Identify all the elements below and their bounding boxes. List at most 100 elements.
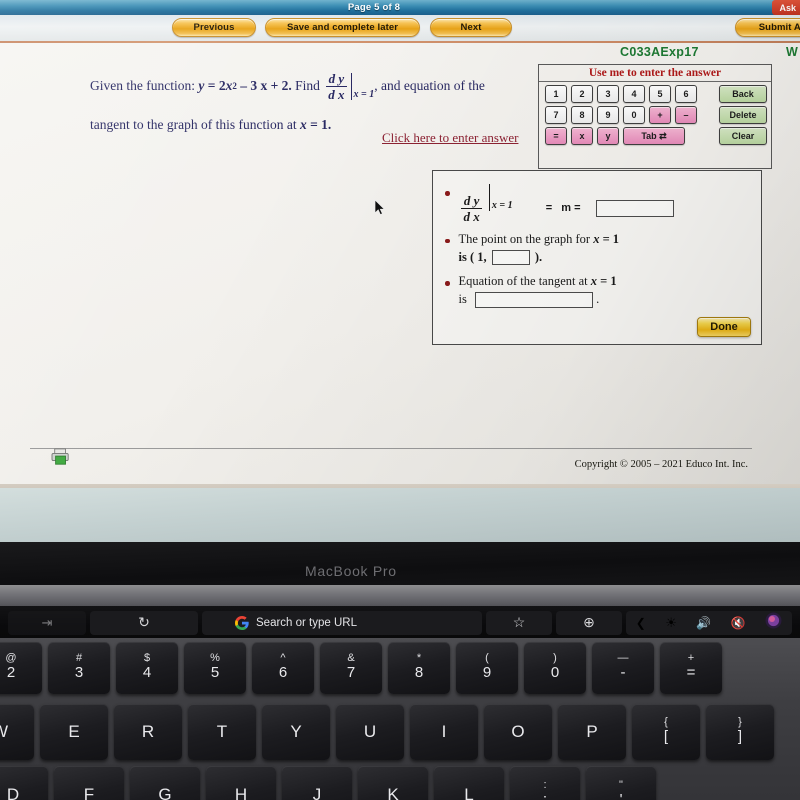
key-bottom-legend: 5 xyxy=(210,664,220,682)
touch-bar-search-field[interactable]: Search or type URL xyxy=(202,610,482,635)
keyboard-key-d[interactable]: D xyxy=(0,766,48,800)
keyboard-key-3[interactable]: #3 xyxy=(48,642,110,694)
answer-keypad-panel: Use me to enter the answer 1 2 3 4 5 6 B… xyxy=(538,64,772,169)
key-equals[interactable]: = xyxy=(545,127,567,145)
keyboard-key-punct-;[interactable]: :; xyxy=(510,766,580,800)
key-2[interactable]: 2 xyxy=(571,85,593,103)
slope-m-label: m = xyxy=(561,202,581,214)
keyboard-key-r[interactable]: R xyxy=(114,704,182,760)
keyboard-key-l[interactable]: L xyxy=(434,766,504,800)
key-back[interactable]: Back xyxy=(719,85,767,103)
touch-bar-search-label: Search or type URL xyxy=(256,616,357,629)
answer-entry-panel: d y d x x = 1 = m = The point on the gra… xyxy=(432,170,762,345)
key-top-legend: " xyxy=(619,779,623,792)
mute-icon[interactable]: 🔇 xyxy=(731,616,746,630)
keyboard-key-u[interactable]: U xyxy=(336,704,404,760)
printer-icon[interactable] xyxy=(50,448,72,466)
key-legend: T xyxy=(216,722,228,741)
keyboard-key-i[interactable]: I xyxy=(410,704,478,760)
touch-bar-reload-button[interactable]: ↻ xyxy=(90,610,198,635)
key-x[interactable]: x xyxy=(571,127,593,145)
key-delete[interactable]: Delete xyxy=(719,106,767,124)
keyboard-key-=[interactable]: + = xyxy=(660,642,722,694)
keyboard-key-y[interactable]: Y xyxy=(262,704,330,760)
key-bottom-legend: - xyxy=(620,664,626,682)
key-8[interactable]: 8 xyxy=(571,106,593,124)
previous-button[interactable]: Previous xyxy=(172,18,256,37)
keyboard-number-row: @2 #3 $4% 5 ^ 6 & 7 * 8(9) 0— - + = xyxy=(0,642,722,694)
keyboard-key-bracket-][interactable]: }] xyxy=(706,704,774,760)
ask-badge[interactable]: Ask xyxy=(772,0,800,15)
keyboard-key-g[interactable]: G xyxy=(130,766,200,800)
tangent-equation-input[interactable] xyxy=(474,292,593,309)
key-tab[interactable]: Tab ⇄ xyxy=(623,127,685,145)
keyboard-key-9[interactable]: (9 xyxy=(456,642,518,694)
submit-assignment-button[interactable]: Submit As xyxy=(735,18,800,37)
keyboard-key-7[interactable]: & 7 xyxy=(320,642,382,694)
key-bottom-legend: ] xyxy=(737,728,743,746)
volume-up-icon[interactable]: 🔊 xyxy=(696,616,711,630)
problem-coefficient: 2 xyxy=(218,78,226,94)
keyboard-key-2[interactable]: @2 xyxy=(0,642,42,694)
point-row-line2: is ( 1, ). xyxy=(459,250,762,266)
keyboard-key-k[interactable]: K xyxy=(358,766,428,800)
key-minus[interactable]: – xyxy=(675,106,697,124)
problem-equals: = xyxy=(207,78,216,94)
keyboard-key-5[interactable]: % 5 xyxy=(184,642,246,694)
slope-row: d y d x x = 1 = m = xyxy=(459,184,762,223)
siri-icon[interactable] xyxy=(765,612,782,634)
touch-bar-esc-region[interactable]: ⇥ xyxy=(8,610,86,635)
click-here-to-enter-answer-link[interactable]: Click here to enter answer xyxy=(382,130,518,146)
tangent-period: . xyxy=(596,292,600,307)
keyboard-key-t[interactable]: T xyxy=(188,704,256,760)
next-button[interactable]: Next xyxy=(430,18,512,37)
answer-bullet-point: The point on the graph for x = 1 is ( 1,… xyxy=(445,232,761,266)
touch-bar-bookmark-button[interactable]: ☆ xyxy=(486,610,552,635)
key-legend: G xyxy=(158,785,172,800)
chevron-left-icon[interactable]: ❮ xyxy=(636,616,646,630)
keyboard-key-f[interactable]: F xyxy=(54,766,124,800)
keyboard-key-0[interactable]: ) 0 xyxy=(524,642,586,694)
keyboard-key-j[interactable]: J xyxy=(282,766,352,800)
key-3[interactable]: 3 xyxy=(597,85,619,103)
key-clear[interactable]: Clear xyxy=(719,127,767,145)
keyboard-qwerty-row: W E R T Y U I O P {[}] xyxy=(0,704,774,760)
key-5[interactable]: 5 xyxy=(649,85,671,103)
key-7[interactable]: 7 xyxy=(545,106,567,124)
keyboard-key-6[interactable]: ^ 6 xyxy=(252,642,314,694)
keyboard-key-4[interactable]: $4 xyxy=(116,642,178,694)
keyboard-key-p[interactable]: P xyxy=(558,704,626,760)
key-bottom-legend: 8 xyxy=(414,664,424,682)
problem-line2: tangent to the graph of this function at xyxy=(90,117,297,132)
keyboard-key-w[interactable]: W xyxy=(0,704,34,760)
exercise-code: C033AExp17 xyxy=(620,45,699,59)
key-legend: P xyxy=(586,722,598,741)
brightness-icon[interactable]: ☀ xyxy=(665,615,677,631)
key-y[interactable]: y xyxy=(597,127,619,145)
save-and-complete-later-button[interactable]: Save and complete later xyxy=(265,18,420,37)
key-top-legend: { xyxy=(664,716,668,729)
tangent-label: Equation of the tangent at xyxy=(458,274,588,289)
done-button[interactable]: Done xyxy=(697,317,751,337)
point-is-label: is ( 1, xyxy=(458,249,487,264)
keyboard-key-8[interactable]: * 8 xyxy=(388,642,450,694)
screen-bezel xyxy=(0,542,800,588)
keyboard-key-punct-'[interactable]: " ' xyxy=(586,766,656,800)
keyboard-key-e[interactable]: E xyxy=(40,704,108,760)
key-legend: E xyxy=(68,722,80,741)
problem-expr-rest: – 3 x + 2. xyxy=(240,78,292,94)
point-rows: The point on the graph for x = 1 is ( 1,… xyxy=(459,232,762,266)
key-plus[interactable]: + xyxy=(649,106,671,124)
key-6[interactable]: 6 xyxy=(675,85,697,103)
key-1[interactable]: 1 xyxy=(545,85,567,103)
key-0[interactable]: 0 xyxy=(623,106,645,124)
keyboard-key-h[interactable]: H xyxy=(206,766,276,800)
slope-input[interactable] xyxy=(595,199,674,217)
point-y-input[interactable] xyxy=(491,250,530,266)
touch-bar-new-tab-button[interactable]: ⊕ xyxy=(556,610,622,635)
key-4[interactable]: 4 xyxy=(623,85,645,103)
key-9[interactable]: 9 xyxy=(597,106,619,124)
keyboard-key-o[interactable]: O xyxy=(484,704,552,760)
keyboard-key-bracket-[[interactable]: {[ xyxy=(632,704,700,760)
keyboard-key--[interactable]: — - xyxy=(592,642,654,694)
